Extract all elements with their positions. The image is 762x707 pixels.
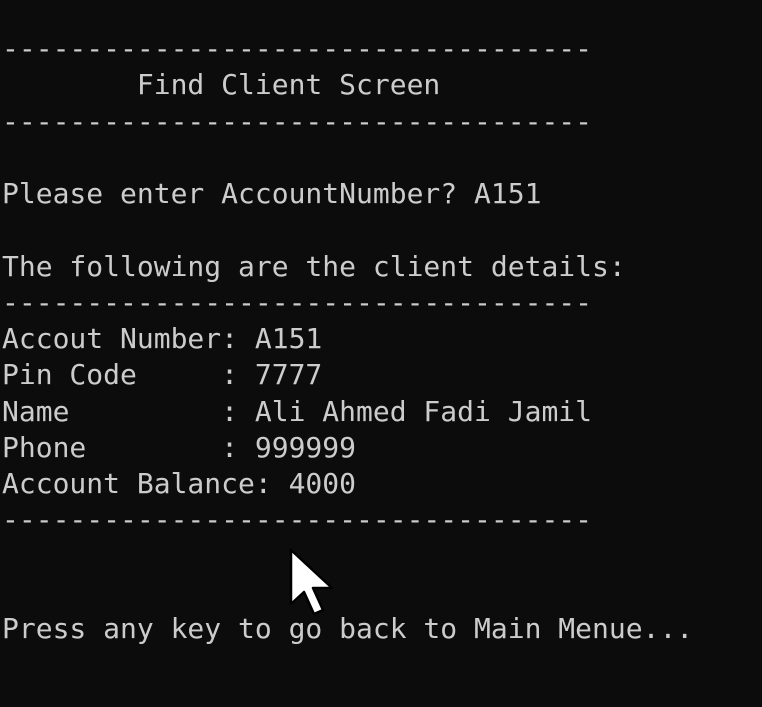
details-heading: The following are the client details: bbox=[2, 250, 626, 283]
field-pin-code: Pin Code : 7777 bbox=[2, 358, 323, 391]
mouse-pointer-icon bbox=[289, 548, 334, 616]
divider-details-bottom: ----------------------------------- bbox=[2, 503, 593, 536]
field-account-number: Accout Number: A151 bbox=[2, 322, 323, 355]
field-phone: Phone : 999999 bbox=[2, 431, 357, 464]
field-account-balance: Account Balance: 4000 bbox=[2, 467, 357, 500]
account-number-prompt[interactable]: Please enter AccountNumber? A151 bbox=[2, 176, 541, 212]
field-name: Name : Ali Ahmed Fadi Jamil bbox=[2, 395, 593, 428]
screen-title: Find Client Screen bbox=[2, 68, 441, 101]
divider-title-bottom: ----------------------------------- bbox=[2, 105, 593, 138]
footer-prompt: Press any key to go back to Main Menue..… bbox=[2, 612, 694, 645]
divider-top: ----------------------------------- bbox=[2, 32, 593, 65]
divider-details-top: ----------------------------------- bbox=[2, 286, 593, 319]
console-window[interactable]: ----------------------------------- Find… bbox=[0, 0, 762, 707]
